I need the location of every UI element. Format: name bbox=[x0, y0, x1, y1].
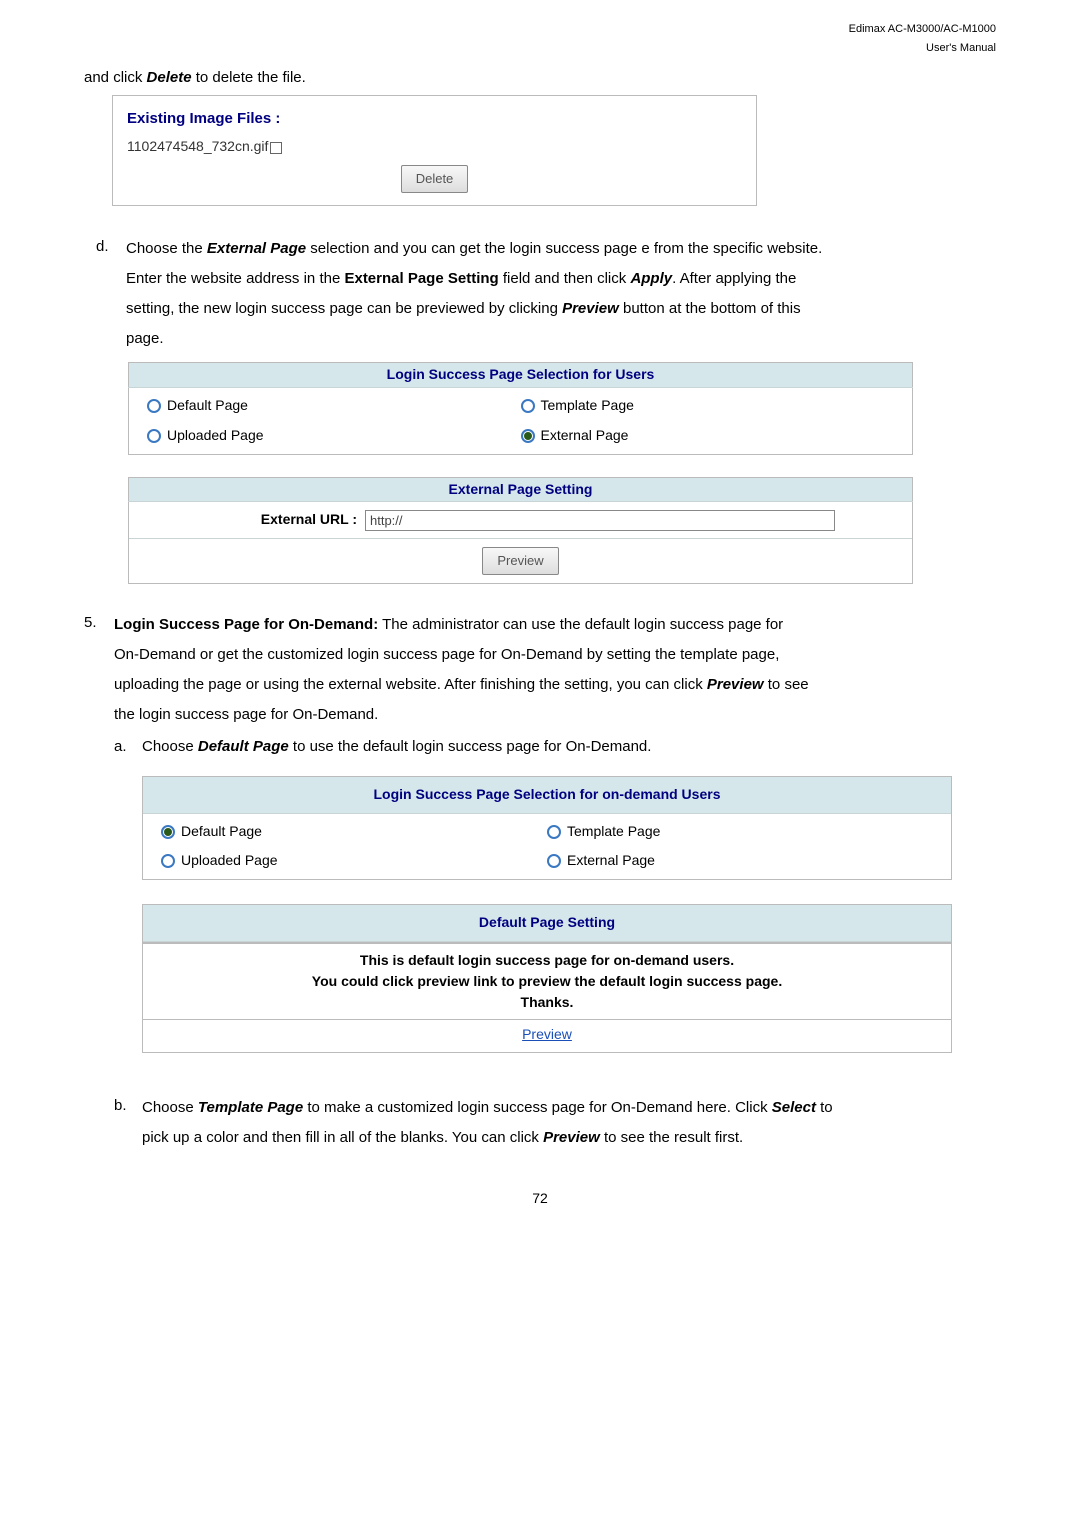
sub-b-content: Choose Template Page to make a customize… bbox=[142, 1093, 996, 1153]
preview-link-row: Preview bbox=[142, 1019, 952, 1053]
login-success-users-panel: Login Success Page Selection for Users D… bbox=[128, 362, 913, 454]
external-page-setting-panel: External Page Setting External URL : Pre… bbox=[128, 477, 913, 585]
opt-uploaded-page[interactable]: Uploaded Page bbox=[147, 424, 521, 448]
step-d-marker: d. bbox=[96, 234, 126, 354]
step-5: 5. Login Success Page for On-Demand: The… bbox=[84, 610, 996, 730]
radio-icon bbox=[547, 854, 561, 868]
existing-files-title: Existing Image Files : bbox=[127, 106, 742, 132]
opt-default-page[interactable]: Default Page bbox=[147, 394, 521, 418]
preview-row: Preview bbox=[129, 538, 912, 583]
radio-icon-checked bbox=[521, 429, 535, 443]
opt-external-page[interactable]: External Page bbox=[521, 424, 895, 448]
option-row-1: Default Page Template Page bbox=[129, 388, 912, 424]
opt-od-default-page[interactable]: Default Page bbox=[161, 820, 547, 844]
page-number: 72 bbox=[84, 1187, 996, 1211]
radio-icon bbox=[147, 399, 161, 413]
sub-step-b: b. Choose Template Page to make a custom… bbox=[114, 1093, 996, 1153]
preview-button[interactable]: Preview bbox=[482, 547, 558, 575]
step-d-content: Choose the External Page selection and y… bbox=[126, 234, 996, 354]
file-checkbox[interactable] bbox=[270, 142, 282, 154]
default-page-setting-head: Default Page Setting bbox=[143, 905, 951, 942]
file-row: 1102474548_732cn.gif bbox=[127, 135, 742, 159]
delete-button[interactable]: Delete bbox=[401, 165, 469, 193]
step-5-content: Login Success Page for On-Demand: The ad… bbox=[114, 610, 996, 730]
external-page-head: External Page Setting bbox=[129, 477, 913, 502]
login-success-ondemand-panel: Login Success Page Selection for on-dema… bbox=[142, 776, 952, 1053]
preview-link[interactable]: Preview bbox=[522, 1026, 572, 1042]
sub-a-marker: a. bbox=[114, 734, 142, 760]
opt-od-uploaded-page[interactable]: Uploaded Page bbox=[161, 849, 547, 873]
opt-od-external-page[interactable]: External Page bbox=[547, 849, 933, 873]
step-d: d. Choose the External Page selection an… bbox=[96, 234, 996, 354]
default-page-info: This is default login success page for o… bbox=[142, 943, 952, 1019]
option-row-2: Uploaded Page External Page bbox=[129, 424, 912, 454]
product-name: Edimax AC-M3000/AC-M1000 bbox=[849, 23, 996, 35]
sub-b-marker: b. bbox=[114, 1093, 142, 1153]
opt-od-template-page[interactable]: Template Page bbox=[547, 820, 933, 844]
radio-icon bbox=[521, 399, 535, 413]
doc-header: Edimax AC-M3000/AC-M1000 User's Manual bbox=[84, 0, 996, 65]
radio-icon bbox=[147, 429, 161, 443]
radio-icon-checked bbox=[161, 825, 175, 839]
external-url-label: External URL : bbox=[147, 508, 365, 532]
option-row-od-2: Uploaded Page External Page bbox=[143, 849, 951, 879]
manual-type: User's Manual bbox=[926, 42, 996, 54]
external-url-input[interactable] bbox=[365, 510, 835, 531]
sub-a-content: Choose Default Page to use the default l… bbox=[142, 734, 651, 760]
sub-step-a: a. Choose Default Page to use the defaul… bbox=[114, 734, 996, 760]
radio-icon bbox=[161, 854, 175, 868]
opt-template-page[interactable]: Template Page bbox=[521, 394, 895, 418]
file-name: 1102474548_732cn.gif bbox=[127, 138, 268, 154]
panel1-head: Login Success Page Selection for Users bbox=[129, 363, 913, 388]
option-row-od-1: Default Page Template Page bbox=[143, 814, 951, 850]
radio-icon bbox=[547, 825, 561, 839]
intro-line: and click Delete to delete the file. bbox=[84, 65, 996, 91]
external-url-row: External URL : bbox=[129, 502, 912, 538]
existing-image-files-box: Existing Image Files : 1102474548_732cn.… bbox=[112, 95, 757, 206]
step-5-marker: 5. bbox=[84, 610, 114, 730]
panel2-head: Login Success Page Selection for on-dema… bbox=[143, 777, 951, 814]
